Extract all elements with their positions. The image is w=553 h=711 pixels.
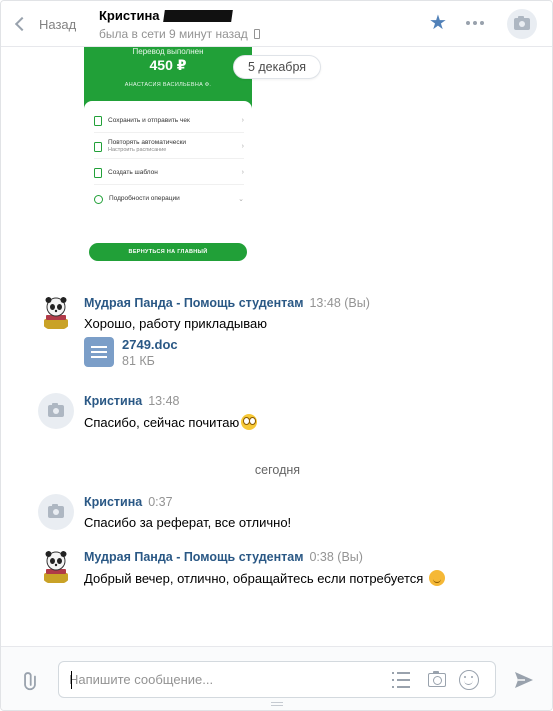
message-meta: Мудрая Панда - Помощь студентам 0:38 (Вы) — [84, 550, 363, 564]
resize-grip[interactable] — [271, 702, 283, 706]
back-chevron-icon — [14, 16, 30, 32]
avatar[interactable] — [38, 295, 74, 331]
camera-button[interactable] — [427, 671, 447, 689]
receipt-row: Повторять автоматически Настроить расписа… — [94, 135, 244, 159]
avatar[interactable] — [38, 393, 74, 429]
chevron-down-icon: ⌄ — [238, 196, 244, 203]
day-separator: сегодня — [254, 463, 301, 477]
message-text: Хорошо, работу прикладываю — [84, 316, 268, 331]
message-text: Добрый вечер, отлично, обращайтесь если … — [84, 571, 424, 586]
smile-icon[interactable] — [459, 670, 479, 690]
receipt-image[interactable]: Перевод выполнен 450 ₽ АНАСТАСИЯ ВАСИЛЬЕ… — [84, 47, 252, 271]
repeat-icon — [94, 141, 102, 152]
camera-icon — [48, 403, 64, 417]
send-arrow-icon — [515, 672, 533, 688]
peer-name: Кристина — [99, 8, 160, 23]
receipt-row-label: Подробности операции — [109, 195, 180, 203]
receipt-return-button: ВЕРНУТЬСЯ НА ГЛАВНЫЙ — [89, 243, 247, 261]
rolling-eyes-emoji-icon — [241, 414, 258, 430]
send-icon[interactable] — [513, 669, 535, 691]
message-time[interactable]: 13:48 — [148, 394, 179, 408]
text-caret — [71, 671, 72, 689]
receipt-amount: 450 ₽ — [149, 57, 187, 73]
avatar[interactable] — [38, 549, 74, 585]
peer-status-row: была в сети 9 минут назад — [99, 27, 260, 41]
message-time[interactable]: 0:37 — [148, 495, 172, 509]
message-meta: Кристина 0:37 — [84, 495, 173, 509]
peer-name-row: Кристина — [99, 8, 260, 23]
message-author[interactable]: Мудрая Панда - Помощь студентам — [84, 550, 303, 564]
receipt-row-sub: Настроить расписание — [108, 147, 167, 154]
template-icon — [94, 167, 102, 178]
doc-size: 81 КБ — [122, 353, 155, 368]
camera-icon — [428, 671, 446, 687]
chevron-right-icon: › — [241, 117, 244, 124]
smile-emoji-icon — [428, 570, 445, 586]
message-author[interactable]: Кристина — [84, 394, 142, 408]
receipt-row-label: Повторять автоматически Настроить расписа… — [108, 139, 242, 153]
avatar[interactable] — [38, 494, 74, 530]
receipt-row-label: Создать шаблон — [108, 168, 158, 176]
message-meta: Мудрая Панда - Помощь студентам 13:48 (Вы… — [84, 296, 370, 310]
message-text: Спасибо за реферат, все отлично! — [84, 515, 292, 530]
more-icon[interactable] — [466, 15, 488, 31]
message-author[interactable]: Кристина — [84, 495, 142, 509]
star-icon[interactable]: ★ — [429, 13, 449, 33]
message-text: Спасибо, сейчас почитаю — [84, 415, 240, 430]
message-meta: Кристина 13:48 — [84, 394, 180, 408]
camera-icon — [514, 16, 530, 30]
receipt-row: Сохранить и отправить чек › — [94, 109, 244, 133]
date-pill: 5 декабря — [233, 55, 321, 79]
message: Кристина 0:37 Спасибо за реферат, все отл… — [38, 494, 518, 534]
chat-window: Назад Кристина была в сети 9 минут назад… — [0, 0, 553, 711]
peer-info[interactable]: Кристина была в сети 9 минут назад — [99, 8, 260, 41]
list-icon[interactable] — [392, 672, 410, 688]
panda-avatar-icon — [44, 297, 68, 329]
attach-icon[interactable] — [14, 664, 45, 695]
doc-info: 2749.doc 81 КБ — [122, 337, 178, 368]
chevron-right-icon: › — [241, 169, 244, 176]
info-icon — [94, 194, 103, 204]
paperclip-icon — [24, 672, 36, 691]
camera-icon — [48, 504, 64, 518]
back-button[interactable]: Назад — [13, 13, 76, 35]
receipt-row: Подробности операции ⌄ — [94, 187, 244, 211]
peer-avatar[interactable] — [507, 9, 537, 39]
chevron-right-icon: › — [241, 143, 244, 150]
message: Мудрая Панда - Помощь студентам 13:48 (Вы… — [38, 295, 518, 375]
receipt-recipient: АНАСТАСИЯ ВАСИЛЬЕВНА Ф. — [124, 82, 212, 88]
panda-avatar-icon — [44, 551, 68, 583]
phone-icon — [253, 29, 260, 39]
receipt-row-label-text: Повторять автоматически — [108, 139, 187, 147]
message-time[interactable]: 13:48 (Вы) — [309, 296, 369, 310]
receipt-doc-icon — [94, 115, 102, 126]
doc-attachment[interactable]: 2749.doc 81 КБ — [84, 337, 178, 368]
message-input[interactable] — [69, 662, 369, 697]
receipt-row: Создать шаблон › — [94, 161, 244, 185]
redacted-surname — [162, 9, 233, 22]
message-text-row: Спасибо, сейчас почитаю — [84, 414, 258, 430]
message-time[interactable]: 0:38 (Вы) — [309, 550, 362, 564]
doc-icon — [84, 337, 114, 367]
message-text-row: Добрый вечер, отлично, обращайтесь если … — [84, 570, 445, 586]
receipt-row-label: Сохранить и отправить чек — [108, 116, 190, 124]
back-label: Назад — [39, 16, 77, 32]
chat-header: Назад Кристина была в сети 9 минут назад… — [1, 1, 552, 47]
message-author[interactable]: Мудрая Панда - Помощь студентам — [84, 296, 303, 310]
message: Мудрая Панда - Помощь студентам 0:38 (Вы)… — [38, 549, 518, 589]
message-input-box[interactable] — [58, 661, 496, 698]
peer-status: была в сети 9 минут назад — [99, 27, 248, 41]
doc-name[interactable]: 2749.doc — [122, 337, 178, 352]
receipt-title: Перевод выполнен — [132, 47, 204, 56]
message: Кристина 13:48 Спасибо, сейчас почитаю — [38, 393, 518, 433]
